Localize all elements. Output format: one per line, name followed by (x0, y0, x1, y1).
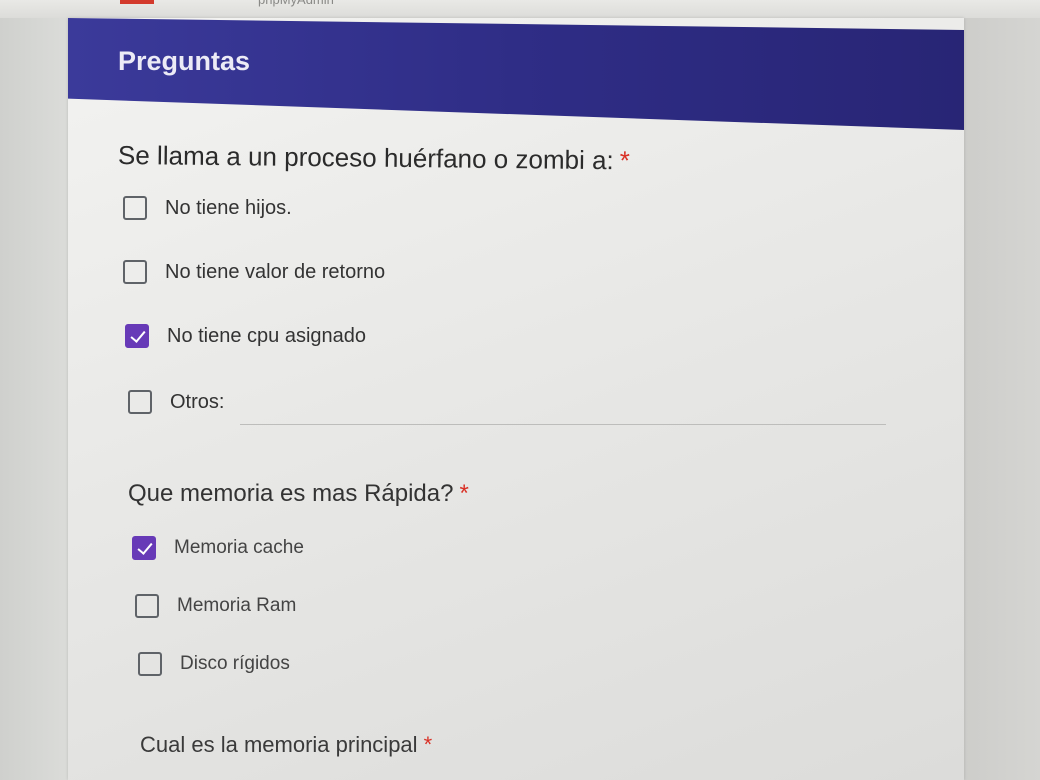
question-title: Cual es la memoria principal * (140, 732, 432, 758)
page-background-left (0, 18, 68, 780)
question-text: Que memoria es mas Rápida? (128, 480, 454, 507)
checkbox-unchecked[interactable] (135, 594, 159, 618)
checkbox-option-other[interactable]: Otros: (128, 390, 224, 414)
browser-top-strip: phpMyAdmin (0, 0, 1040, 18)
checkbox-option[interactable]: No tiene cpu asignado (125, 324, 366, 348)
checkbox-option[interactable]: No tiene valor de retorno (123, 260, 385, 284)
question-title: Que memoria es mas Rápida? * (128, 480, 469, 508)
option-label: Memoria Ram (177, 595, 297, 616)
checkbox-unchecked[interactable] (138, 652, 162, 676)
checkbox-option[interactable]: Memoria cache (132, 536, 304, 560)
checkbox-unchecked[interactable] (123, 196, 147, 220)
option-label: No tiene hijos. (165, 196, 292, 219)
section-header: Preguntas (68, 18, 964, 130)
checkbox-unchecked[interactable] (123, 260, 147, 284)
question-text: Se llama a un proceso huérfano o zombi a… (117, 140, 614, 176)
checkbox-checked-icon[interactable] (125, 324, 149, 348)
option-label: No tiene valor de retorno (165, 260, 386, 283)
option-label: Memoria cache (174, 537, 304, 558)
page-background-right (964, 18, 1040, 780)
section-title: Preguntas (118, 46, 251, 76)
browser-tab-indicator[interactable] (120, 0, 154, 4)
required-asterisk: * (423, 732, 433, 757)
checkbox-option[interactable]: Disco rígidos (138, 652, 290, 676)
option-label: Disco rígidos (180, 653, 290, 674)
browser-tab-label[interactable]: phpMyAdmin (258, 0, 334, 7)
checkbox-checked-icon[interactable] (132, 536, 156, 560)
checkbox-unchecked[interactable] (128, 390, 152, 414)
option-label: No tiene cpu asignado (167, 324, 367, 347)
question-text: Cual es la memoria principal (140, 732, 418, 757)
required-asterisk: * (459, 480, 469, 507)
checkbox-option[interactable]: No tiene hijos. (123, 196, 292, 220)
question-title: Se llama a un proceso huérfano o zombi a… (118, 140, 630, 176)
option-label: Otros: (170, 390, 225, 413)
checkbox-option[interactable]: Memoria Ram (135, 594, 296, 618)
required-asterisk: * (619, 145, 631, 176)
other-text-input[interactable] (240, 424, 886, 425)
